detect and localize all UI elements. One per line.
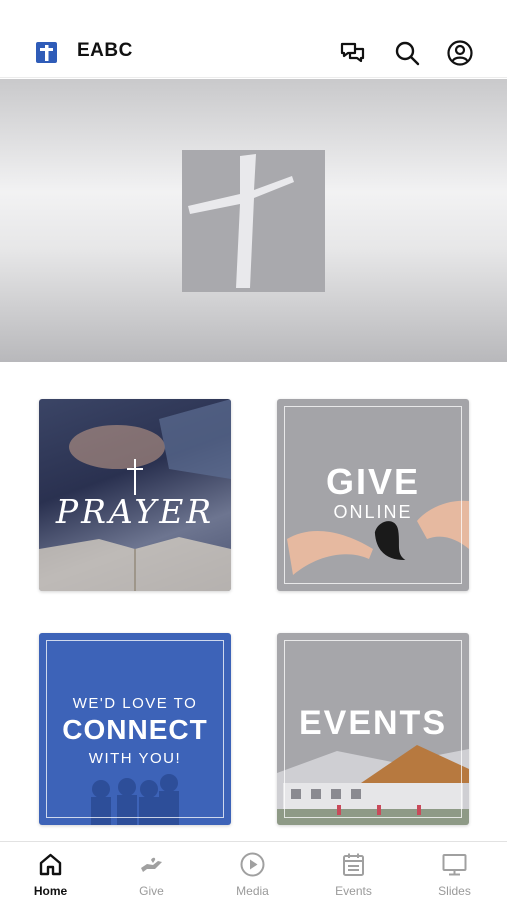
tab-label: Home [33, 884, 68, 898]
tab-label: Give [139, 884, 164, 898]
tab-give[interactable]: Give [101, 842, 202, 900]
profile-icon[interactable] [446, 39, 474, 67]
home-icon [37, 851, 64, 878]
church-logo-icon [36, 42, 57, 63]
app-header: EABC [0, 0, 507, 78]
connect-line-1: WE'D LOVE TO [72, 695, 198, 712]
monitor-icon [441, 851, 468, 878]
hero-banner [0, 79, 507, 362]
events-label: EVENTS [298, 704, 448, 742]
tab-label: Slides [438, 884, 471, 898]
tab-home[interactable]: Home [0, 842, 101, 900]
give-online-tile[interactable]: GIVE ONLINE [277, 399, 469, 591]
play-icon [239, 851, 266, 878]
prayer-tile[interactable]: PRAYER [39, 399, 231, 591]
chat-icon[interactable] [339, 39, 367, 67]
tab-label: Events [335, 884, 372, 898]
bottom-tab-bar: Home Give Media Events Slides [0, 841, 507, 900]
calendar-icon [340, 851, 367, 878]
tab-label: Media [236, 884, 269, 898]
tab-events[interactable]: Events [303, 842, 404, 900]
tab-slides[interactable]: Slides [404, 842, 505, 900]
app-title: EABC [77, 40, 133, 61]
online-label: ONLINE [333, 502, 413, 522]
connect-tile[interactable]: WE'D LOVE TO CONNECT WITH YOU! [39, 633, 231, 825]
connect-line-3: WITH YOU! [88, 750, 182, 767]
events-tile[interactable]: EVENTS [277, 633, 469, 825]
search-icon[interactable] [393, 39, 421, 67]
give-label: GIVE [325, 461, 421, 502]
tab-media[interactable]: Media [202, 842, 303, 900]
connect-line-2: CONNECT [62, 714, 208, 745]
cross-logo-image [182, 150, 325, 292]
give-icon [138, 851, 165, 878]
prayer-label: PRAYER [55, 492, 215, 531]
